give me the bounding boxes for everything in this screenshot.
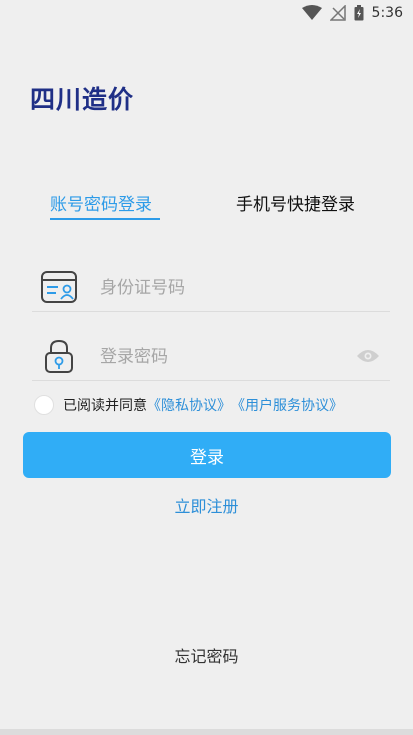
agreement-row: 已阅读并同意 《隐私协议》 《用户服务协议》 (34, 395, 343, 415)
user-service-agreement-link[interactable]: 《用户服务协议》 (231, 395, 343, 415)
id-number-field (32, 263, 390, 312)
id-card-icon (41, 271, 77, 303)
status-bar: 5:36 (0, 0, 413, 28)
id-number-input[interactable] (98, 273, 342, 303)
login-tabs: 账号密码登录 手机号快捷登录 (0, 190, 413, 222)
forgot-password-link[interactable]: 忘记密码 (0, 643, 413, 667)
privacy-agreement-link[interactable]: 《隐私协议》 (147, 395, 231, 415)
wifi-icon (301, 5, 322, 20)
agreement-text: 已阅读并同意 (63, 398, 147, 414)
password-input[interactable] (98, 342, 342, 372)
agreement-checkbox[interactable] (34, 395, 54, 415)
status-icons: 5:36 (301, 5, 403, 21)
status-time: 5:36 (371, 5, 403, 21)
tab-phone-quick-login[interactable]: 手机号快捷登录 (236, 190, 355, 215)
no-signal-icon (329, 5, 346, 21)
eye-icon[interactable] (356, 348, 380, 364)
password-field (32, 332, 390, 381)
bottom-bar (0, 729, 413, 735)
active-tab-indicator (50, 218, 160, 220)
tab-account-password-login[interactable]: 账号密码登录 (50, 190, 152, 215)
app-title: 四川造价 (30, 85, 135, 114)
register-link[interactable]: 立即注册 (0, 493, 413, 517)
battery-icon (354, 5, 364, 21)
login-button[interactable]: 登录 (23, 432, 391, 478)
lock-icon (45, 339, 73, 373)
